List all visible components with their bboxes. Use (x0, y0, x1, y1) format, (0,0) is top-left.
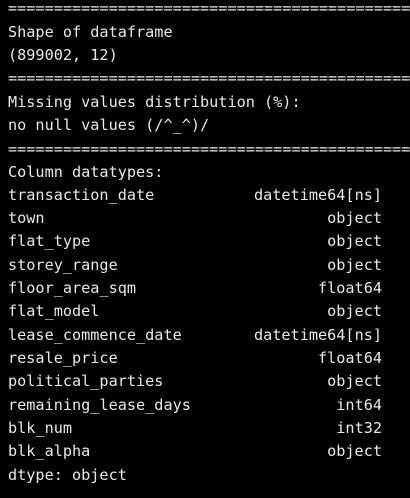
column-name: flat_model (8, 302, 100, 320)
column-name: remaining_lease_days (8, 396, 191, 414)
dtype-row: transaction_date datetime64[ns] (8, 184, 382, 207)
column-name: political_parties (8, 372, 164, 390)
column-dtype: object (327, 442, 382, 460)
column-dtype: int32 (336, 419, 382, 437)
shape-value: (899002, 12) (8, 46, 118, 64)
column-name: storey_range (8, 256, 118, 274)
dtype-row: blk_alpha object (8, 440, 382, 463)
dtype-row: storey_range object (8, 254, 382, 277)
console-output: ========================================… (0, 0, 410, 498)
column-name: floor_area_sqm (8, 279, 137, 297)
column-dtype: datetime64[ns] (253, 326, 382, 344)
dtypes-heading: Column datatypes: (8, 163, 164, 181)
shape-heading: Shape of dataframe (8, 23, 173, 41)
column-name: transaction_date (8, 186, 155, 204)
column-dtype: object (327, 209, 382, 227)
column-name: town (8, 209, 45, 227)
column-dtype: float64 (317, 279, 382, 297)
column-name: flat_type (8, 232, 91, 250)
separator-line: ========================================… (8, 69, 410, 87)
dtype-row: flat_model object (8, 300, 382, 323)
dtype-footer: dtype: object (8, 466, 127, 484)
column-dtype: object (327, 372, 382, 390)
column-dtype: object (327, 302, 382, 320)
dtype-row: floor_area_sqm float64 (8, 277, 382, 300)
separator-line: ========================================… (8, 0, 410, 17)
dtype-row: flat_type object (8, 230, 382, 253)
column-dtype: int64 (336, 396, 382, 414)
dtype-row: political_parties object (8, 370, 382, 393)
missing-values-result: no null values (/^_^)/ (8, 116, 210, 134)
dtype-row: remaining_lease_days int64 (8, 394, 382, 417)
column-dtype: object (327, 256, 382, 274)
dtype-row: blk_num int32 (8, 417, 382, 440)
dtype-row: resale_price float64 (8, 347, 382, 370)
separator-line: ========================================… (8, 140, 410, 158)
column-name: blk_num (8, 419, 73, 437)
dtype-row: lease_commence_date datetime64[ns] (8, 324, 382, 347)
missing-values-heading: Missing values distribution (%): (8, 93, 301, 111)
column-name: lease_commence_date (8, 326, 182, 344)
column-name: resale_price (8, 349, 118, 367)
dtype-row: town object (8, 207, 382, 230)
column-dtype: float64 (317, 349, 382, 367)
column-dtype: datetime64[ns] (253, 186, 382, 204)
column-dtype: object (327, 232, 382, 250)
column-name: blk_alpha (8, 442, 91, 460)
